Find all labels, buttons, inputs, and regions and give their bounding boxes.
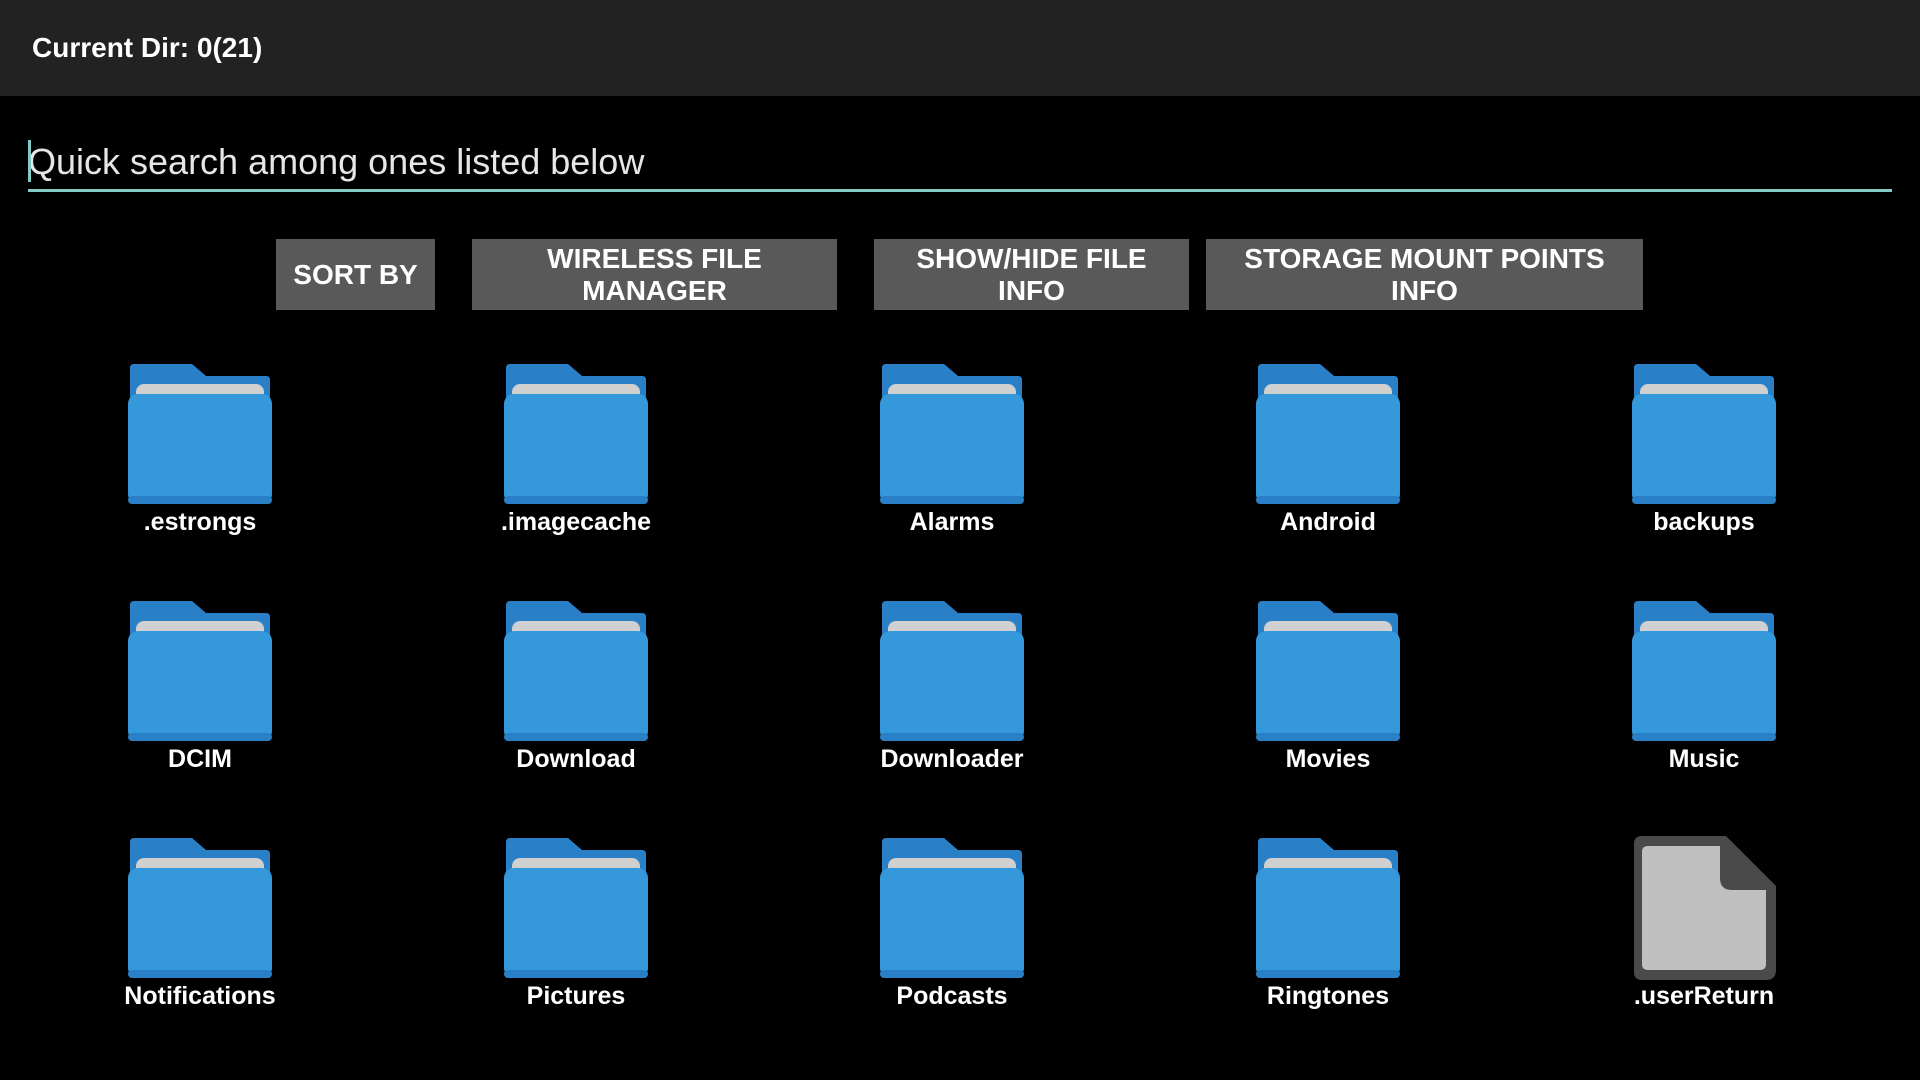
file-name-label: Downloader	[880, 745, 1024, 773]
folder-icon	[878, 360, 1026, 508]
folder-icon	[126, 834, 274, 982]
file-item[interactable]: backups	[1574, 360, 1834, 560]
file-item[interactable]: .userReturn	[1574, 834, 1834, 1034]
file-name-label: Notifications	[124, 982, 276, 1010]
folder-icon	[1254, 597, 1402, 745]
wireless-file-manager-button[interactable]: WIRELESS FILE MANAGER	[472, 239, 837, 310]
file-item[interactable]: Download	[446, 597, 706, 797]
file-item[interactable]: Music	[1574, 597, 1834, 797]
folder-icon	[126, 597, 274, 745]
folder-icon	[1254, 834, 1402, 982]
file-name-label: .imagecache	[500, 508, 652, 536]
file-name-label: .userReturn	[1633, 982, 1775, 1010]
file-item[interactable]: Podcasts	[822, 834, 1082, 1034]
file-name-label: DCIM	[168, 745, 232, 773]
file-item[interactable]: DCIM	[70, 597, 330, 797]
folder-icon	[502, 360, 650, 508]
folder-icon	[502, 834, 650, 982]
file-item[interactable]: Alarms	[822, 360, 1082, 560]
file-name-label: Ringtones	[1266, 982, 1390, 1010]
folder-icon	[1630, 360, 1778, 508]
folder-icon	[878, 597, 1026, 745]
file-name-label: .estrongs	[143, 508, 257, 536]
file-item[interactable]: Downloader	[822, 597, 1082, 797]
file-name-label: Pictures	[526, 982, 626, 1010]
show-hide-file-info-button[interactable]: SHOW/HIDE FILE INFO	[874, 239, 1189, 310]
folder-icon	[126, 360, 274, 508]
file-name-label: Alarms	[909, 508, 995, 536]
file-item[interactable]: Ringtones	[1198, 834, 1458, 1034]
file-name-label: Download	[516, 745, 636, 773]
top-bar: Current Dir: 0(21)	[0, 0, 1920, 96]
storage-mount-points-info-button[interactable]: STORAGE MOUNT POINTS INFO	[1206, 239, 1643, 310]
quick-search-input[interactable]	[28, 134, 1892, 192]
folder-icon	[502, 597, 650, 745]
file-item[interactable]: .estrongs	[70, 360, 330, 560]
current-dir-title: Current Dir: 0(21)	[32, 32, 263, 63]
file-name-label: backups	[1653, 508, 1755, 536]
file-item[interactable]: Android	[1198, 360, 1458, 560]
file-name-label: Movies	[1285, 745, 1371, 773]
file-item[interactable]: Movies	[1198, 597, 1458, 797]
folder-icon	[878, 834, 1026, 982]
sort-by-button[interactable]: SORT BY	[276, 239, 435, 310]
folder-icon	[1254, 360, 1402, 508]
text-cursor	[28, 140, 31, 182]
file-name-label: Music	[1668, 745, 1740, 773]
folder-icon	[1630, 597, 1778, 745]
file-name-label: Android	[1280, 508, 1376, 536]
file-name-label: Podcasts	[896, 982, 1008, 1010]
file-icon	[1630, 834, 1778, 982]
file-item[interactable]: Pictures	[446, 834, 706, 1034]
file-item[interactable]: Notifications	[70, 834, 330, 1034]
file-item[interactable]: .imagecache	[446, 360, 706, 560]
